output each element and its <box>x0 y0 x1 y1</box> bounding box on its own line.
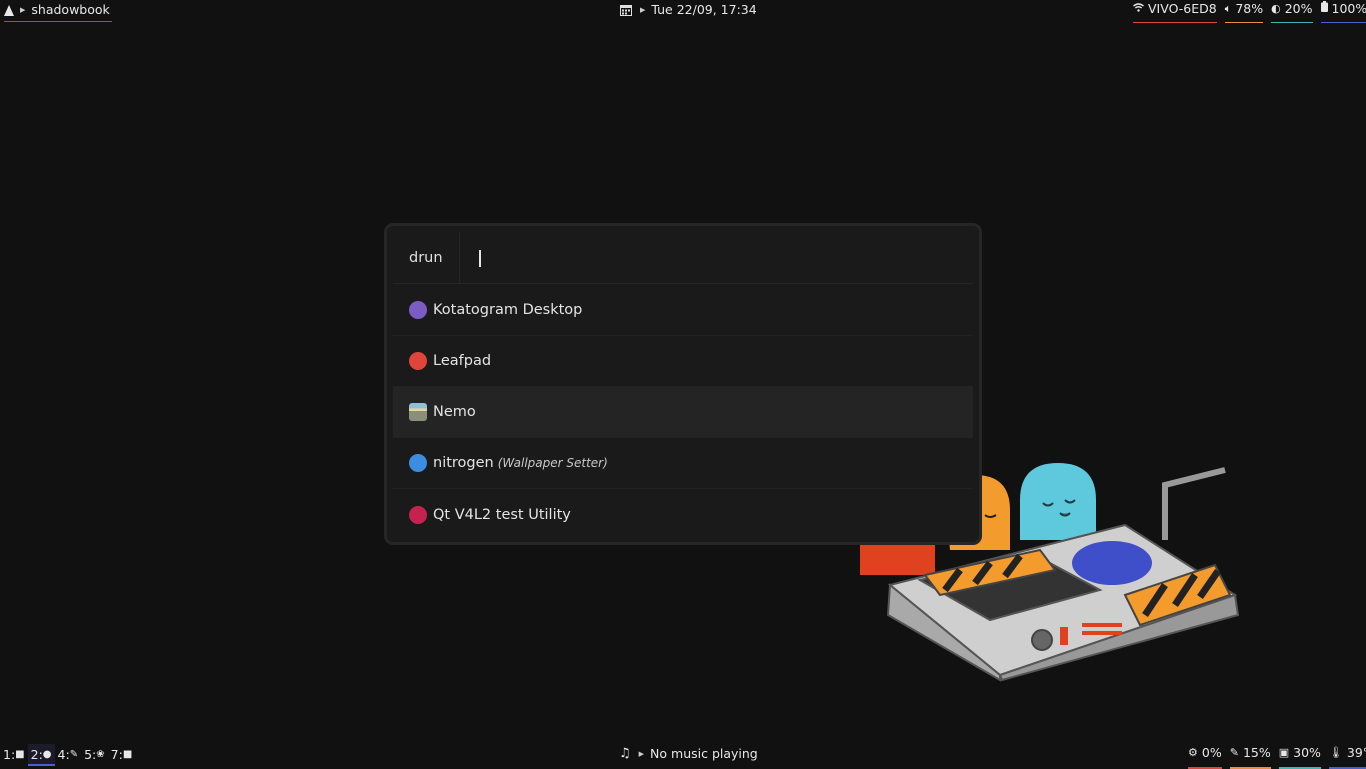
thermometer-icon: 🌡︎ <box>1328 746 1343 759</box>
launcher-item[interactable]: nitrogen (Wallpaper Setter) <box>393 438 973 489</box>
blue-ghost <box>1072 541 1152 585</box>
prompt-row: drun <box>393 232 973 284</box>
arch-icon <box>4 4 14 16</box>
host-block[interactable]: ▶ shadowbook <box>4 0 112 22</box>
disk-value: 30% <box>1293 745 1321 760</box>
workspace-button[interactable]: 1: ■ <box>0 744 28 766</box>
qv4l2-icon <box>409 505 427 524</box>
prompt-divider <box>459 232 460 284</box>
disk-icon: ▣ <box>1278 746 1290 759</box>
music-note-icon: ♫ <box>619 746 631 761</box>
nemo-folder-icon <box>409 403 427 421</box>
speaker-icon: 🔈︎ <box>1224 2 1232 15</box>
temp-value: 39°C <box>1346 745 1366 760</box>
search-input[interactable] <box>475 248 915 268</box>
brightness-module[interactable]: ◐ 20% <box>1271 0 1313 23</box>
workspace-button[interactable]: 4: ✎ <box>55 744 82 766</box>
workspace-label: 4: <box>57 747 70 762</box>
nitrogen-icon <box>409 454 427 472</box>
caret-right-icon: ▶ <box>20 6 26 14</box>
volume-underline <box>1224 22 1264 23</box>
brightness-value: 20% <box>1284 1 1313 16</box>
datetime: Tue 22/09, 17:34 <box>651 2 757 17</box>
workspace-button[interactable]: 2: ● <box>27 744 55 766</box>
brightness-underline <box>1271 22 1313 23</box>
volume-value: 78% <box>1235 1 1264 16</box>
launcher-item-name: Kotatogram Desktop <box>433 302 583 318</box>
wifi-icon <box>1133 0 1144 19</box>
workspace-label: 2: <box>30 747 43 762</box>
disk-module[interactable]: ▣ 30% <box>1278 742 1321 769</box>
system-stats: ⚙ 0% ✎ 15% ▣ 30% 🌡︎ 39°C <box>1188 742 1366 769</box>
palette-icon: ❀ <box>96 749 105 760</box>
wifi-ssid: VIVO-6ED8 <box>1148 1 1217 16</box>
mem-value: 15% <box>1242 745 1271 760</box>
workspace-label: 5: <box>84 747 97 762</box>
status-modules: VIVO-6ED8 🔈︎ 78% ◐ 20% 100% <box>1133 0 1366 23</box>
host-underline <box>4 21 112 22</box>
browser-icon: ● <box>42 749 52 760</box>
cpu-module[interactable]: ⚙ 0% <box>1188 742 1222 769</box>
music-status: No music playing <box>650 746 758 761</box>
launcher-item[interactable]: Nemo <box>393 387 973 438</box>
text-cursor <box>479 250 481 267</box>
calendar-icon <box>620 5 632 16</box>
launcher-item-name: Leafpad <box>433 353 492 369</box>
launcher-item-name: Nemo <box>433 404 476 420</box>
folder-icon: ■ <box>122 749 133 760</box>
workspace-label: 7: <box>110 747 123 762</box>
hostname: shadowbook <box>31 2 110 17</box>
caret-right-icon: ▶ <box>638 750 645 758</box>
rofi-launcher: drun Kotatogram Desktop Leafpad Nemo nitrog… <box>384 223 982 545</box>
cpu-value: 0% <box>1201 745 1222 760</box>
temp-module[interactable]: 🌡︎ 39°C <box>1328 742 1366 769</box>
cpu-icon: ⚙ <box>1188 746 1198 759</box>
workspace-button[interactable]: 7: ■ <box>108 744 136 766</box>
workspace-label: 1: <box>3 747 16 762</box>
bottom-bar: 1: ■ 2: ● 4: ✎ 5: ❀ 7: ■ ♫ ▶ No music playing ⚙ 0… <box>0 742 1366 769</box>
result-list: Kotatogram Desktop Leafpad Nemo nitrogen (Wa… <box>393 285 973 540</box>
top-bar: ▶ shadowbook ▶ Tue 22/09, 17:34 VIVO-6ED… <box>0 0 1366 23</box>
launcher-item-name: Qt V4L2 test Utility <box>433 506 571 523</box>
volume-module[interactable]: 🔈︎ 78% <box>1224 0 1264 23</box>
battery-value: 100% <box>1331 1 1366 16</box>
cyan-ghost <box>1020 463 1096 540</box>
music-block[interactable]: ♫ ▶ No music playing <box>619 743 758 765</box>
leafpad-icon <box>409 352 427 370</box>
workspace-button[interactable]: 5: ❀ <box>81 744 108 766</box>
brightness-icon: ◐ <box>1271 2 1281 15</box>
launcher-item[interactable]: Kotatogram Desktop <box>393 285 973 336</box>
terminal-icon: ■ <box>15 749 25 760</box>
battery-icon <box>1320 0 1328 19</box>
editor-icon: ✎ <box>69 749 79 760</box>
battery-underline <box>1320 22 1366 23</box>
wifi-underline <box>1133 22 1217 23</box>
mem-module[interactable]: ✎ 15% <box>1229 742 1271 769</box>
launcher-item[interactable]: Qt V4L2 test Utility <box>393 489 973 540</box>
mode-label: drun <box>409 250 443 266</box>
launcher-item-name: nitrogen <box>433 455 494 471</box>
workspace-list: 1: ■ 2: ● 4: ✎ 5: ❀ 7: ■ <box>0 743 135 767</box>
launcher-item-generic-name: (Wallpaper Setter) <box>497 456 608 470</box>
wifi-module[interactable]: VIVO-6ED8 <box>1133 0 1217 23</box>
kotatogram-icon <box>409 301 427 319</box>
launcher-item[interactable]: Leafpad <box>393 336 973 387</box>
battery-module[interactable]: 100% <box>1320 0 1366 23</box>
clock-block[interactable]: ▶ Tue 22/09, 17:34 <box>620 0 757 20</box>
caret-right-icon: ▶ <box>640 6 646 14</box>
memory-icon: ✎ <box>1229 746 1239 759</box>
